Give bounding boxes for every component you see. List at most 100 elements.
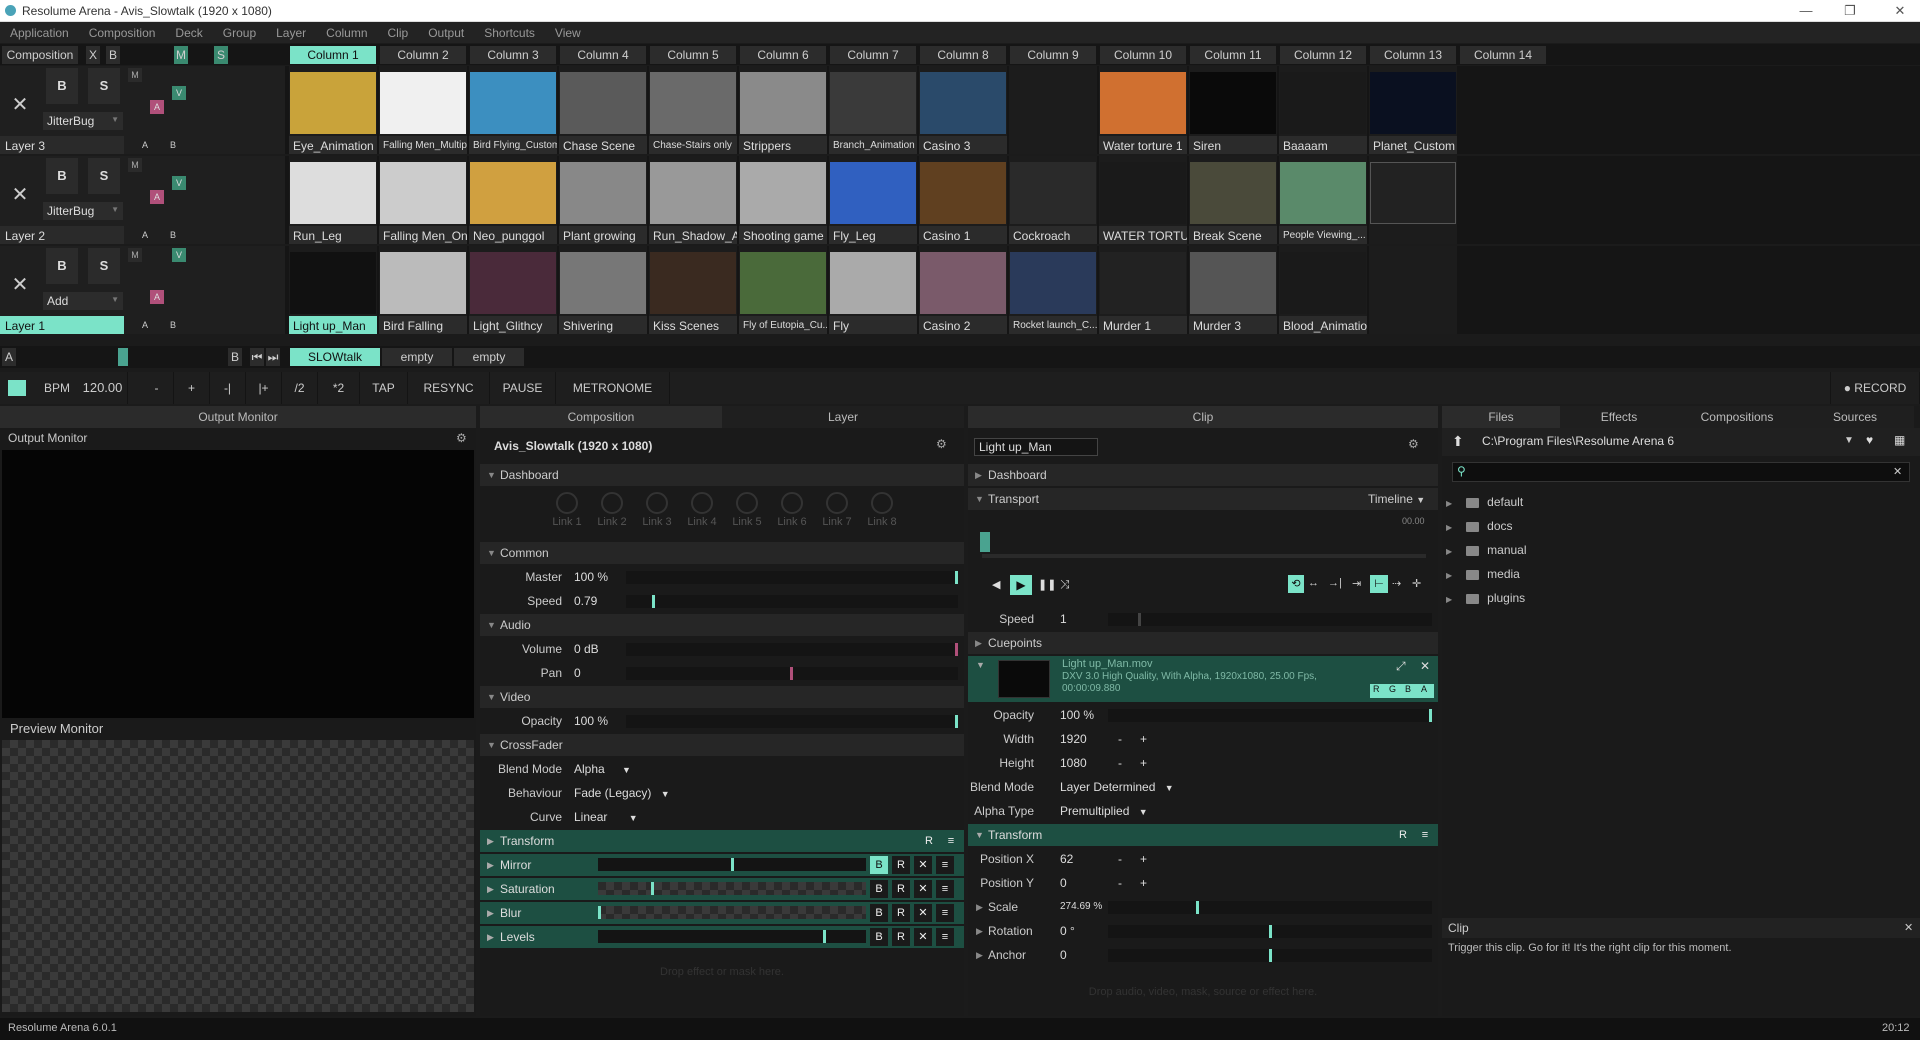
effect-slider[interactable] xyxy=(598,882,866,895)
comp-settings-gear-icon[interactable]: ⚙ xyxy=(936,437,947,451)
link-knob-8[interactable] xyxy=(871,492,893,514)
bounce-icon[interactable]: ↔ xyxy=(1308,577,1319,589)
pause-icon[interactable]: ❚❚ xyxy=(1038,578,1056,591)
link-knob-4[interactable] xyxy=(691,492,713,514)
volume-value[interactable]: 0 dB xyxy=(574,638,599,660)
menu-layer[interactable]: Layer xyxy=(266,22,316,40)
position-y-value[interactable]: 0 xyxy=(1060,872,1067,894)
play-once-icon[interactable]: →| xyxy=(1328,577,1342,589)
menu-application[interactable]: Application xyxy=(0,22,79,40)
volume-slider[interactable] xyxy=(626,643,958,656)
loop-icon[interactable]: ⟲ xyxy=(1288,575,1304,593)
clip-cell[interactable]: Run_Leg xyxy=(289,156,377,244)
clip-cell[interactable]: Casino 2 xyxy=(919,246,1007,334)
play-once-hold-icon[interactable]: ⇥ xyxy=(1352,577,1361,590)
menu-clip[interactable]: Clip xyxy=(378,22,419,40)
transform-reset-button[interactable]: R xyxy=(920,832,938,850)
posx-plus-button[interactable]: + xyxy=(1140,848,1147,870)
comp-x-button[interactable]: X xyxy=(86,46,100,64)
clear-search-icon[interactable]: ✕ xyxy=(1893,465,1902,478)
rgba-g-toggle[interactable]: G xyxy=(1389,684,1396,694)
menu-output[interactable]: Output xyxy=(418,22,474,40)
layer-clear-button[interactable]: ✕ xyxy=(2,260,38,310)
anchor-handle[interactable] xyxy=(1269,949,1272,962)
menu-shortcuts[interactable]: Shortcuts xyxy=(474,22,545,40)
effect-slider-handle[interactable] xyxy=(823,930,826,943)
deck-tab-2[interactable]: empty xyxy=(454,348,524,366)
output-settings-gear-icon[interactable]: ⚙ xyxy=(456,431,467,445)
clip-settings-gear-icon[interactable]: ⚙ xyxy=(1408,437,1419,451)
posy-plus-button[interactable]: + xyxy=(1140,872,1147,894)
effect-remove-button[interactable]: ✕ xyxy=(914,904,932,922)
column-button-12[interactable]: Column 12 xyxy=(1280,46,1366,64)
effect-row-levels[interactable]: ▶ Levels B R ✕ ≡ xyxy=(480,926,964,948)
pause-button[interactable]: PAUSE xyxy=(490,372,556,404)
clip-cell[interactable]: People Viewing_... xyxy=(1279,156,1367,244)
crossfader-section[interactable]: ▼ CrossFader xyxy=(480,734,964,756)
effect-reset-button[interactable]: R xyxy=(892,856,910,874)
clip-cell[interactable]: Baaaam xyxy=(1279,66,1367,154)
clip-cell[interactable] xyxy=(1369,156,1457,244)
column-button-3[interactable]: Column 3 xyxy=(470,46,556,64)
layer-name[interactable]: Layer 1 xyxy=(0,316,124,334)
anchor-slider[interactable] xyxy=(1108,949,1432,962)
effect-remove-button[interactable]: ✕ xyxy=(914,856,932,874)
play-forward-icon[interactable]: ▶ xyxy=(1010,575,1032,595)
effect-menu-icon[interactable]: ≡ xyxy=(936,904,954,922)
effect-bypass-button[interactable]: B xyxy=(870,928,888,946)
clip-cell[interactable]: Eye_Animation xyxy=(289,66,377,154)
layer-a-toggle[interactable]: A xyxy=(150,190,164,204)
tap-button[interactable]: TAP xyxy=(360,372,408,404)
speed-value[interactable]: 0.79 xyxy=(574,590,597,612)
layer-b-button[interactable]: B xyxy=(166,138,180,152)
clip-cell[interactable]: Light up_Man xyxy=(289,246,377,334)
transport-extra-icon[interactable]: ✛ xyxy=(1412,577,1421,590)
layer-solo-button[interactable]: S xyxy=(88,158,120,194)
opacity-slider-handle[interactable] xyxy=(955,715,958,728)
minimize-icon[interactable]: — xyxy=(1796,3,1816,18)
path-dropdown-icon[interactable]: ▼ xyxy=(1844,435,1854,446)
clip-cell[interactable]: Plant growing xyxy=(559,156,647,244)
effect-remove-button[interactable]: ✕ xyxy=(914,928,932,946)
folder-item[interactable]: ▶ media xyxy=(1446,564,1520,584)
bpm-sync-icon[interactable]: ⇢ xyxy=(1392,577,1401,590)
layer-effect-dropdown[interactable]: JitterBug ▼ xyxy=(43,202,123,220)
rotation-value[interactable]: 0 ° xyxy=(1060,920,1075,942)
comp-s-button[interactable]: S xyxy=(214,46,228,64)
effect-row-saturation[interactable]: ▶ Saturation B R ✕ ≡ xyxy=(480,878,964,900)
effect-menu-icon[interactable]: ≡ xyxy=(936,856,954,874)
column-button-11[interactable]: Column 11 xyxy=(1190,46,1276,64)
clip-transform-reset-button[interactable]: R xyxy=(1394,826,1412,844)
clip-cell[interactable]: Strippers xyxy=(739,66,827,154)
timeline-playhead[interactable] xyxy=(980,532,990,552)
effect-slider-handle[interactable] xyxy=(651,882,654,895)
column-button-6[interactable]: Column 6 xyxy=(740,46,826,64)
transform-menu-icon[interactable]: ≡ xyxy=(942,832,960,850)
clip-cell[interactable]: Blood_Animation xyxy=(1279,246,1367,334)
master-slider[interactable] xyxy=(626,571,958,584)
layer-v-button[interactable]: V xyxy=(172,248,186,262)
resync-button[interactable]: RESYNC xyxy=(408,372,490,404)
column-button-5[interactable]: Column 5 xyxy=(650,46,736,64)
column-button-4[interactable]: Column 4 xyxy=(560,46,646,64)
clip-cell[interactable]: Branch_Animation xyxy=(829,66,917,154)
bpm-minus-button[interactable]: - xyxy=(140,372,174,404)
pan-value[interactable]: 0 xyxy=(574,662,581,684)
layer-solo-button[interactable]: S xyxy=(88,68,120,104)
deck-a-button[interactable]: A xyxy=(2,348,16,366)
anchor-value[interactable]: 0 xyxy=(1060,944,1067,966)
effect-slider[interactable] xyxy=(598,906,866,919)
clip-opacity-slider[interactable] xyxy=(1108,709,1432,722)
rgba-a-toggle[interactable]: A xyxy=(1421,684,1427,694)
browser-tab-sources[interactable]: Sources xyxy=(1796,406,1914,428)
clip-cell[interactable]: Chase Scene xyxy=(559,66,647,154)
browser-tab-effects[interactable]: Effects xyxy=(1560,406,1678,428)
clip-cell[interactable]: Chase-Stairs only xyxy=(649,66,737,154)
layer-name[interactable]: Layer 3 xyxy=(0,136,124,154)
curve-dropdown[interactable]: Linear ▼ xyxy=(574,806,638,829)
clip-speed-slider[interactable] xyxy=(1108,613,1432,626)
clip-cell[interactable] xyxy=(1009,66,1097,154)
bpm-plus-button[interactable]: + xyxy=(174,372,210,404)
clip-cell[interactable]: Shooting game xyxy=(739,156,827,244)
clip-cell[interactable]: Bird Flying_Custom xyxy=(469,66,557,154)
